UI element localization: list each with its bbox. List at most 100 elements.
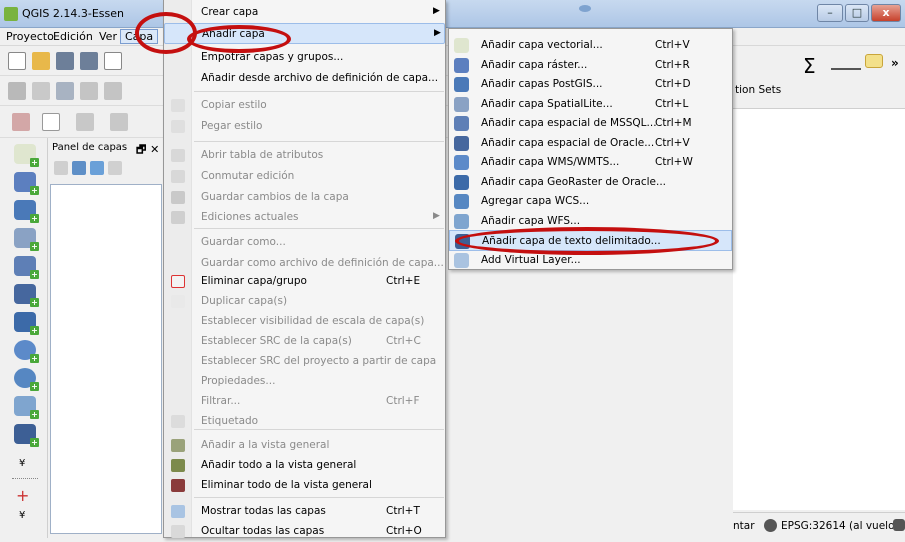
new-project-icon[interactable] — [8, 52, 26, 70]
menu-item-label: Etiquetado — [201, 415, 259, 427]
add-delimited-text-layer-icon[interactable]: + — [14, 424, 39, 447]
expression-filter-icon[interactable] — [108, 161, 122, 175]
submenu-item-add-mssql-layer[interactable]: Añadir capa espacial de MSSQL... Ctrl+M — [449, 113, 732, 134]
capa-menu-item[interactable]: Crear capa ▶ — [164, 2, 445, 23]
save-as-icon[interactable] — [80, 52, 98, 70]
capa-menu-item[interactable]: Ocultar todas las capas Ctrl+O — [164, 521, 445, 542]
capa-menu-item: Propiedades... — [164, 371, 445, 392]
crs-status[interactable]: EPSG:32614 (al vuelo) — [781, 520, 899, 532]
submenu-item-label: Añadir capa WMS/WMTS... — [481, 156, 620, 168]
capa-menu-item[interactable]: Eliminar todo de la vista general — [164, 475, 445, 496]
add-mssql-layer-icon[interactable]: + — [14, 256, 39, 279]
toolbar-handle[interactable] — [12, 478, 38, 482]
map-canvas[interactable] — [733, 108, 905, 510]
option-sets-label: tion Sets — [735, 84, 782, 96]
messages-icon[interactable] — [893, 519, 905, 531]
capa-menu-item[interactable]: Añadir todo a la vista general — [164, 455, 445, 476]
menu-separator — [194, 91, 444, 92]
move-feature-icon[interactable] — [104, 82, 122, 100]
filter-icon[interactable] — [90, 161, 104, 175]
eye-icon — [579, 5, 591, 12]
menu-item-label: Filtrar... — [201, 395, 241, 407]
open-project-icon[interactable] — [32, 52, 50, 70]
submenu-item-add-oracle-layer[interactable]: Añadir capa espacial de Oracle... Ctrl+V — [449, 133, 732, 154]
new-print-composer-icon[interactable] — [104, 52, 122, 70]
capa-menu-item: Guardar cambios de la capa — [164, 187, 445, 208]
add-wms-layer-icon[interactable]: + — [14, 340, 39, 363]
menu-item-label: Ediciones actuales — [201, 211, 299, 223]
more-tools-icon[interactable]: » — [891, 56, 899, 70]
measure-icon[interactable] — [831, 58, 861, 70]
vertex-tool-icon[interactable] — [12, 113, 30, 131]
menu-ver[interactable]: Ver — [95, 30, 121, 43]
statusbar: ntar EPSG:32614 (al vuelo) — [733, 512, 905, 538]
menu-item-label: Crear capa — [201, 6, 259, 18]
expand-chevron-icon[interactable]: ¥ — [19, 458, 25, 469]
layer-tree[interactable] — [50, 184, 162, 534]
add-postgis-layer-icon[interactable]: + — [14, 200, 39, 223]
menu-item-label: Eliminar todo de la vista general — [201, 479, 372, 491]
capa-menu-item[interactable]: Añadir desde archivo de definición de ca… — [164, 68, 445, 89]
annotation-icon[interactable] — [865, 54, 883, 68]
menu-item-icon — [171, 505, 185, 518]
menu-item-label: Duplicar capa(s) — [201, 295, 288, 307]
menu-edicion[interactable]: Edición — [49, 30, 97, 43]
edit-icon[interactable] — [32, 82, 50, 100]
route-icon[interactable] — [42, 113, 60, 131]
submenu-item-label: Agregar capa WCS... — [481, 195, 590, 207]
capa-menu-item: Establecer SRC del proyecto a partir de … — [164, 351, 445, 372]
add-raster-layer-icon — [454, 57, 469, 73]
qgis-logo-icon — [4, 7, 18, 21]
add-vector-layer-icon[interactable]: + — [14, 144, 39, 167]
pencil-icon[interactable] — [8, 82, 26, 100]
maximize-button[interactable]: □ — [845, 4, 869, 22]
add-spatialite-layer-icon — [454, 96, 469, 112]
capa-menu-item[interactable]: Mostrar todas las capas Ctrl+T — [164, 501, 445, 522]
capture-point-icon[interactable]: + — [16, 486, 29, 505]
submenu-item-add-wcs-layer[interactable]: Agregar capa WCS... — [449, 191, 732, 212]
submenu-item-add-raster-layer[interactable]: Añadir capa ráster... Ctrl+R — [449, 55, 732, 76]
submenu-item-add-georaster-layer[interactable]: Añadir capa GeoRaster de Oracle... — [449, 172, 732, 193]
add-raster-layer-icon[interactable]: + — [14, 172, 39, 195]
add-vector-layer-icon — [454, 38, 469, 53]
menu-item-shortcut: Ctrl+F — [386, 395, 420, 407]
expand-chevron-2-icon[interactable]: ¥ — [19, 510, 25, 521]
submenu-arrow-icon: ▶ — [434, 28, 441, 38]
submenu-item-label: Add Virtual Layer... — [481, 253, 581, 266]
add-oracle-layer-icon[interactable]: + — [14, 284, 39, 307]
capa-menu-item: Copiar estilo — [164, 95, 445, 116]
capa-menu-item: Establecer SRC de la capa(s) Ctrl+C — [164, 331, 445, 352]
add-postgis-layer-icon — [454, 77, 469, 92]
menu-item-label: Establecer SRC de la capa(s) — [201, 335, 352, 347]
minimize-button[interactable]: – — [817, 4, 843, 22]
menu-item-icon — [171, 149, 185, 162]
submenu-item-add-spatialite-layer[interactable]: Añadir capa SpatialLite... Ctrl+L — [449, 94, 732, 115]
submenu-item-shortcut: Ctrl+L — [655, 97, 689, 110]
save-project-icon[interactable] — [56, 52, 74, 70]
add-wcs-layer-icon[interactable]: + — [14, 368, 39, 391]
shape-tool2-icon[interactable] — [110, 113, 128, 131]
add-georaster-layer-icon[interactable]: + — [14, 312, 39, 335]
submenu-item-add-wms-layer[interactable]: Añadir capa WMS/WMTS... Ctrl+W — [449, 152, 732, 173]
save-edits-icon[interactable] — [56, 82, 74, 100]
sigma-icon[interactable]: Σ — [803, 54, 816, 78]
capa-menu-item[interactable]: Empotrar capas y grupos... — [164, 47, 445, 68]
add-spatialite-layer-icon[interactable]: + — [14, 228, 39, 251]
add-wfs-layer-icon[interactable]: + — [14, 396, 39, 419]
visibility-icon[interactable] — [72, 161, 86, 175]
close-button[interactable]: x — [871, 4, 901, 22]
menu-item-icon — [171, 191, 185, 204]
menu-item-label: Empotrar capas y grupos... — [201, 51, 344, 63]
submenu-item-shortcut: Ctrl+M — [655, 117, 692, 129]
menu-item-label: Guardar como archivo de definición de ca… — [201, 257, 444, 269]
open-layer-styling-icon[interactable] — [54, 161, 68, 175]
menu-item-label: Mostrar todas las capas — [201, 505, 326, 517]
submenu-item-add-vector-layer[interactable]: Añadir capa vectorial... Ctrl+V — [449, 35, 732, 56]
add-feature-icon[interactable] — [80, 82, 98, 100]
shape-tool-icon[interactable] — [76, 113, 94, 131]
crs-globe-icon[interactable] — [764, 519, 777, 532]
menu-item-label: Añadir a la vista general — [201, 439, 330, 451]
capa-menu-item[interactable]: Eliminar capa/grupo Ctrl+E — [164, 271, 445, 292]
submenu-item-add-postgis-layer[interactable]: Añadir capas PostGIS... Ctrl+D — [449, 74, 732, 95]
menu-item-label: Pegar estilo — [201, 120, 263, 132]
